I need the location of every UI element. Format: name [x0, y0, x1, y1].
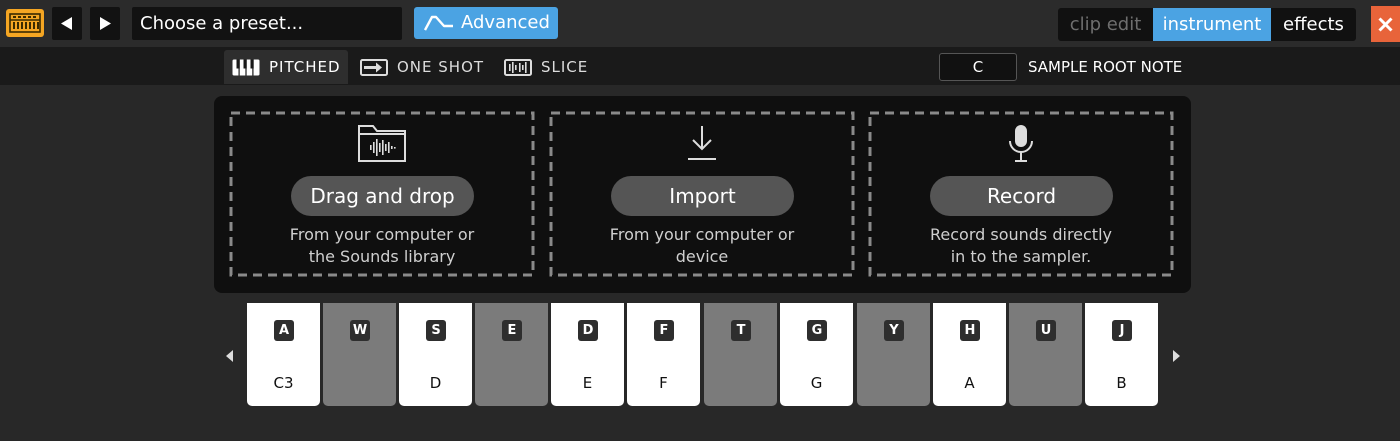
key-shortcut: H [960, 320, 980, 341]
mode-slice-label: SLICE [541, 58, 589, 76]
piano-key-a[interactable]: H A [933, 303, 1006, 406]
import-description-line1: From your computer or [609, 225, 795, 244]
mode-pitched-label: PITCHED [269, 58, 341, 76]
import-description-line2: device [675, 247, 729, 266]
piano-key-d-sharp[interactable]: E [475, 303, 548, 406]
key-shortcut: F [654, 320, 674, 341]
close-button[interactable] [1371, 6, 1400, 42]
key-note-label: A [964, 374, 975, 392]
key-note-label: F [659, 374, 668, 392]
key-shortcut: J [1112, 320, 1132, 341]
mode-pitched[interactable]: PITCHED [224, 50, 348, 84]
key-shortcut: D [578, 320, 598, 341]
key-note-label: B [1116, 374, 1127, 392]
envelope-wave-icon [424, 15, 453, 31]
piano-key-e[interactable]: D E [551, 303, 624, 406]
key-shortcut: Y [884, 320, 904, 341]
record-description-line1: Record sounds directly [929, 225, 1112, 244]
caret-right-icon[interactable] [1172, 350, 1180, 362]
drag-and-drop-button[interactable]: Drag and drop [291, 176, 474, 216]
key-shortcut: U [1036, 320, 1056, 341]
preset-selector[interactable]: Choose a preset... [132, 7, 402, 40]
record-zone[interactable]: Record Record sounds directly in to the … [868, 111, 1174, 277]
key-shortcut: W [350, 320, 370, 341]
folder-waveform-icon [229, 123, 535, 167]
key-shortcut: S [426, 320, 446, 341]
mode-slice[interactable]: SLICE [496, 50, 606, 84]
root-note-label: SAMPLE ROOT NOTE [1028, 58, 1183, 76]
top-toolbar: Choose a preset... Advanced clip edit in… [0, 0, 1400, 47]
close-x-icon [1378, 17, 1393, 32]
import-button[interactable]: Import [611, 176, 794, 216]
key-shortcut: G [807, 320, 827, 341]
tab-effects[interactable]: effects [1271, 8, 1356, 41]
key-shortcut: A [274, 320, 294, 341]
sample-source-panel: Drag and drop From your computer or the … [214, 96, 1191, 293]
piano-key-g-sharp[interactable]: Y [857, 303, 930, 406]
piano-key-c-sharp[interactable]: W [323, 303, 396, 406]
next-preset-button[interactable] [90, 7, 120, 40]
key-shortcut: T [731, 320, 751, 341]
import-zone[interactable]: Import From your computer or device [549, 111, 855, 277]
piano-key-f-sharp[interactable]: T [704, 303, 777, 406]
download-icon [549, 123, 855, 167]
triangle-left-icon [61, 17, 72, 30]
mode-one-shot-label: ONE SHOT [397, 58, 485, 76]
tab-clip-edit[interactable]: clip edit [1058, 8, 1153, 41]
key-note-label: D [429, 374, 442, 392]
microphone-icon [868, 123, 1174, 167]
slice-icon [504, 59, 532, 76]
piano-key-a-sharp[interactable]: U [1009, 303, 1082, 406]
advanced-button[interactable]: Advanced [414, 7, 558, 39]
tab-instrument[interactable]: instrument [1153, 8, 1271, 41]
piano-key-g[interactable]: G G [780, 303, 853, 406]
mode-one-shot[interactable]: ONE SHOT [352, 50, 492, 84]
record-description-line2: in to the sampler. [950, 247, 1092, 266]
caret-left-icon[interactable] [226, 350, 234, 362]
key-note-label: C3 [273, 374, 294, 392]
drag-drop-description-line2: the Sounds library [308, 247, 456, 266]
keyboard-grid-icon[interactable] [6, 9, 44, 37]
key-note-label: G [810, 374, 823, 392]
piano-key-c3[interactable]: A C3 [247, 303, 320, 406]
piano-key-d[interactable]: S D [399, 303, 472, 406]
mode-bar: PITCHED ONE SHOT SLICE C SAMPLE ROOT NOT… [0, 47, 1400, 85]
key-note-label: E [582, 374, 593, 392]
view-tabs: clip edit instrument effects [1058, 8, 1356, 41]
piano-keys-icon [232, 59, 260, 76]
root-note-selector[interactable]: C [939, 53, 1017, 81]
one-shot-icon [360, 59, 388, 76]
piano-key-f[interactable]: F F [627, 303, 700, 406]
prev-preset-button[interactable] [52, 7, 82, 40]
record-button[interactable]: Record [930, 176, 1113, 216]
triangle-right-icon [100, 17, 111, 30]
piano-key-b[interactable]: J B [1085, 303, 1158, 406]
key-shortcut: E [502, 320, 522, 341]
drag-drop-description-line1: From your computer or [289, 225, 475, 244]
drag-drop-zone[interactable]: Drag and drop From your computer or the … [229, 111, 535, 277]
advanced-label: Advanced [461, 12, 550, 33]
